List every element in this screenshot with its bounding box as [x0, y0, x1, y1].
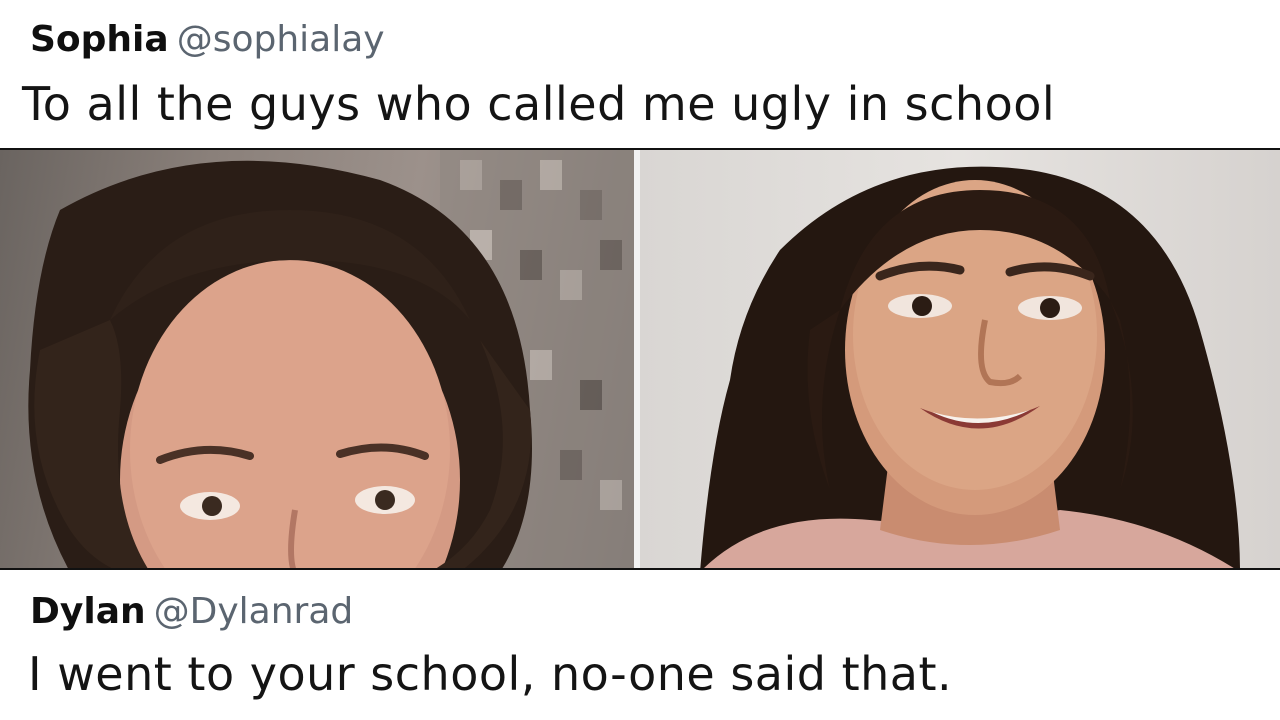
- before-photo-portrait: [28, 150, 634, 568]
- tweet-text: To all the guys who called me ugly in sc…: [22, 77, 1056, 131]
- tweet-sophia: Sophia @sophialay To all the guys who cal…: [0, 0, 1280, 148]
- before-photo[interactable]: [0, 150, 634, 568]
- user-handle[interactable]: @sophialay: [177, 19, 385, 60]
- user-handle[interactable]: @Dylanrad: [154, 591, 354, 632]
- display-name[interactable]: Dylan: [30, 591, 146, 632]
- after-photo-portrait: [700, 166, 1240, 568]
- tweet-header: Dylan @Dylanrad: [30, 590, 353, 634]
- after-photo[interactable]: [640, 150, 1280, 568]
- tweet-text: I went to your school, no-one said that.: [28, 647, 953, 701]
- tweet-header: Sophia @sophialay: [30, 18, 385, 62]
- display-name[interactable]: Sophia: [30, 19, 169, 60]
- tweet-media[interactable]: [0, 148, 1280, 570]
